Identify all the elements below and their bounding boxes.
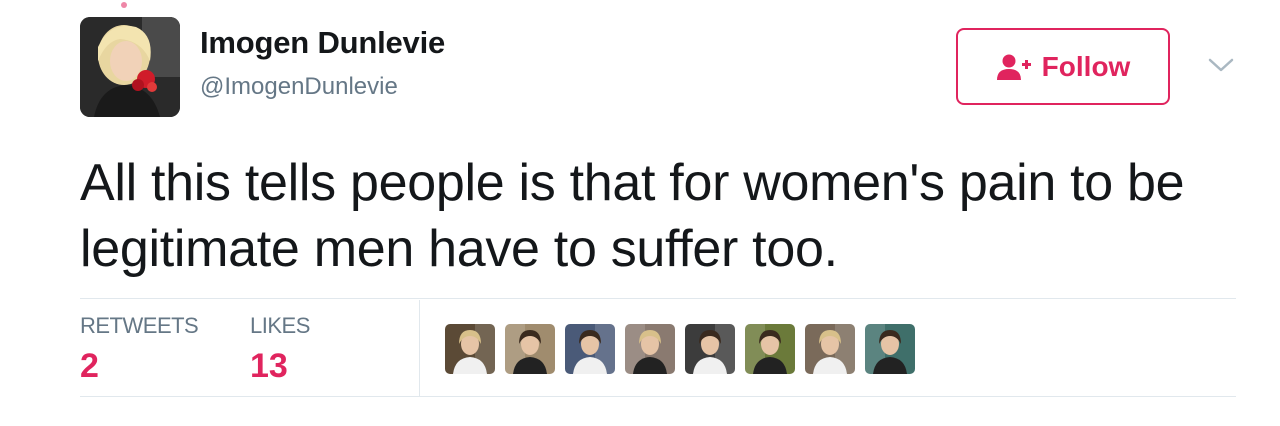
likers-list [445, 324, 915, 374]
likes-count: 13 [250, 347, 288, 385]
likes-label: LIKES [250, 313, 310, 338]
tweet-card: Imogen Dunlevie @ImogenDunlevie Follow A… [0, 0, 1280, 426]
chevron-down-icon[interactable] [1206, 54, 1236, 76]
add-user-icon [996, 53, 1032, 81]
liker-avatar[interactable] [625, 324, 675, 374]
avatar[interactable] [80, 17, 180, 117]
tweet-text: All this tells people is that for women'… [80, 154, 1185, 278]
liker-avatar[interactable] [445, 324, 495, 374]
liker-avatar[interactable] [685, 324, 735, 374]
liker-avatar[interactable] [745, 324, 795, 374]
follow-label: Follow [1041, 50, 1131, 82]
liker-avatar[interactable] [565, 324, 615, 374]
retweets-stat[interactable]: RETWEETS 2 [80, 312, 199, 388]
screen-name[interactable]: @ImogenDunlevie [200, 72, 398, 102]
divider [80, 396, 1236, 397]
follow-button[interactable]: Follow [956, 28, 1170, 105]
liker-avatar[interactable] [805, 324, 855, 374]
display-name[interactable]: Imogen Dunlevie [200, 24, 445, 62]
stats-separator [419, 300, 420, 396]
liker-avatar[interactable] [505, 324, 555, 374]
retweets-label: RETWEETS [80, 313, 199, 338]
likes-stat[interactable]: LIKES 13 [250, 312, 310, 388]
divider [80, 298, 1236, 299]
stray-dot [121, 2, 127, 8]
profile-photo-icon [80, 17, 180, 117]
retweets-count: 2 [80, 347, 99, 385]
liker-avatar[interactable] [865, 324, 915, 374]
